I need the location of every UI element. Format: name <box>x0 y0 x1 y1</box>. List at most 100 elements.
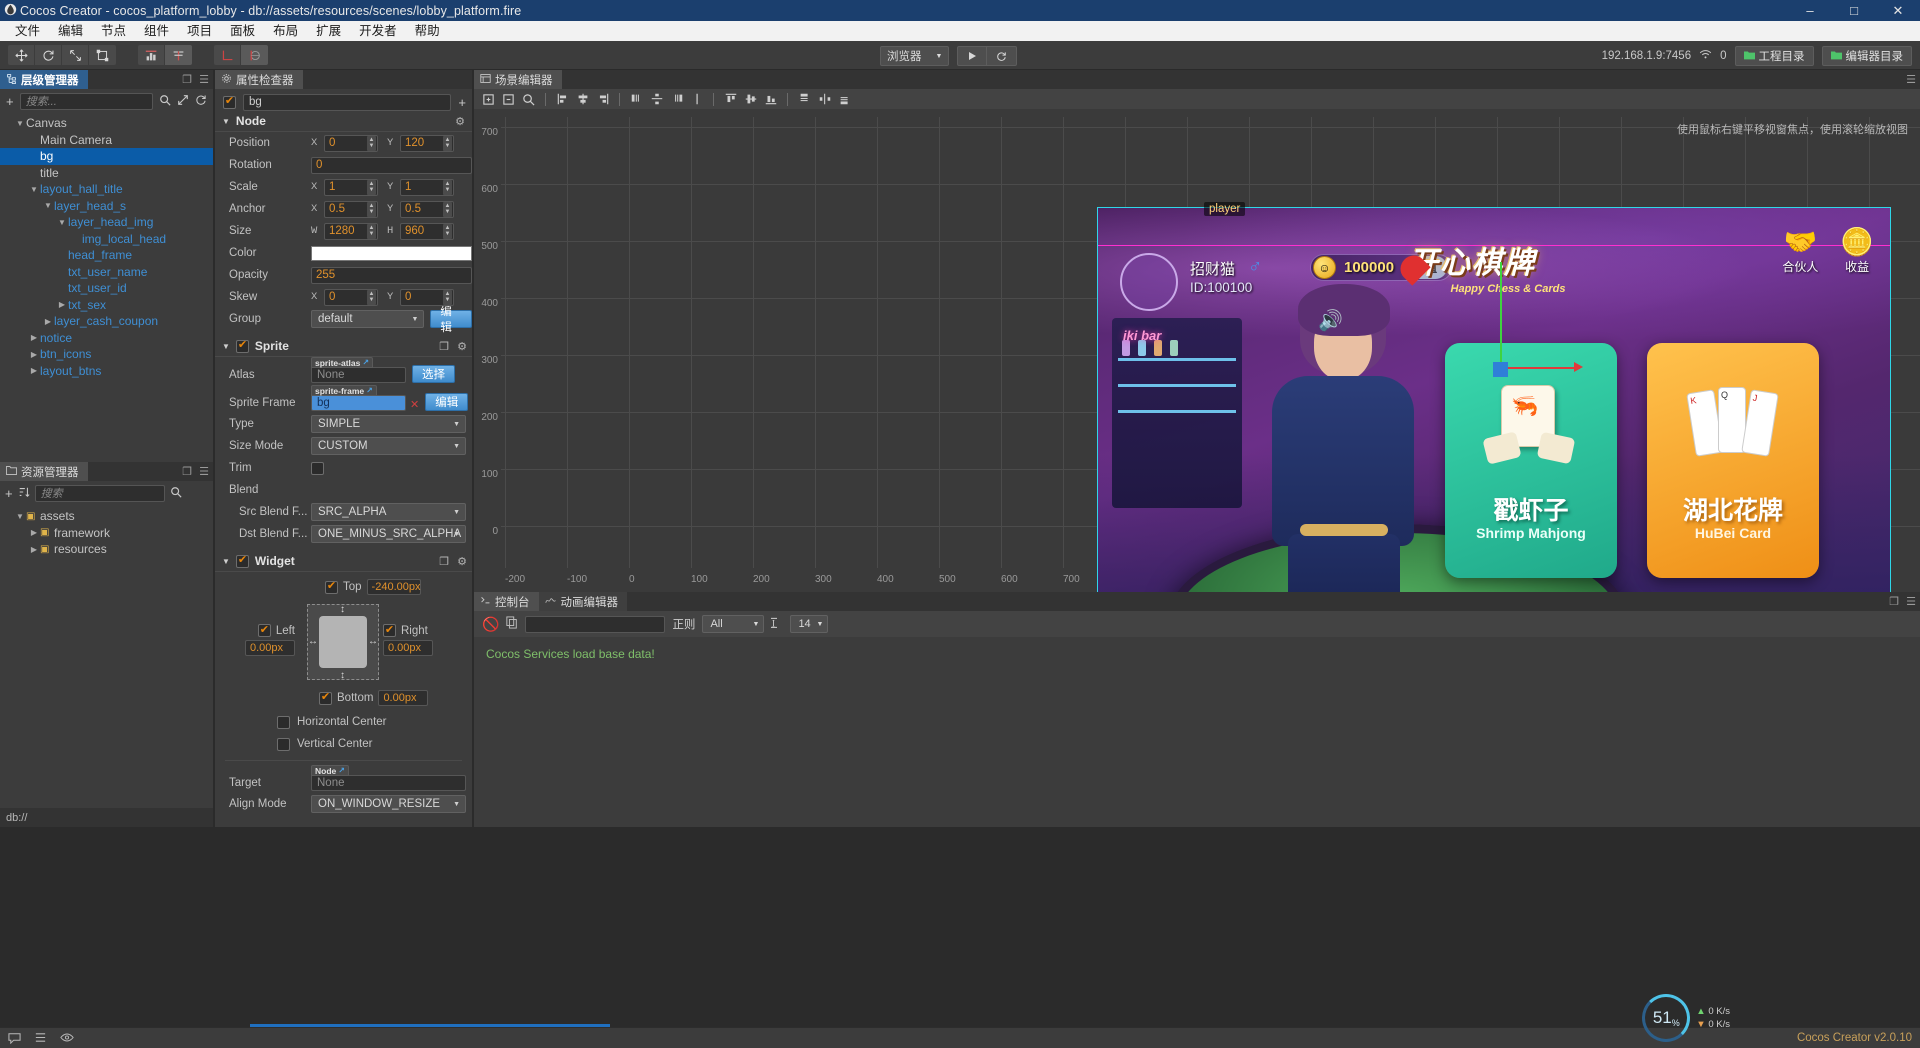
earnings-button[interactable]: 🪙 收益 <box>1840 226 1874 275</box>
tab-hierarchy[interactable]: 层级管理器 <box>0 70 88 89</box>
global-coord-icon[interactable] <box>241 45 268 65</box>
local-coord-icon[interactable] <box>214 45 241 65</box>
widget-right-checkbox[interactable] <box>383 624 396 637</box>
chevron-down-icon[interactable]: ▼ <box>42 201 54 210</box>
preview-target-select[interactable]: 浏览器 ▼ <box>880 46 950 66</box>
game-card-shrimp-mahjong[interactable]: 🦐 戳虾子 Shrimp Mahjong <box>1445 343 1617 578</box>
menu-icon[interactable]: ☰ <box>199 465 209 478</box>
hierarchy-node-layer-head-img[interactable]: ▼ layer_head_img <box>0 214 213 231</box>
menu-icon[interactable]: ☰ <box>1906 73 1916 86</box>
menu-developer[interactable]: 开发者 <box>350 21 406 41</box>
tab-inspector[interactable]: 属性检查器 <box>215 70 303 89</box>
hierarchy-node-layer-cash-coupon[interactable]: ▶ layer_cash_coupon <box>0 313 213 330</box>
project-dir-button[interactable]: 工程目录 <box>1734 46 1814 66</box>
menu-project[interactable]: 项目 <box>178 21 221 41</box>
position-y-input[interactable]: 120 ▲ ▼ <box>400 134 454 152</box>
node-name-input[interactable]: bg <box>243 93 452 111</box>
dist-bottom-icon[interactable] <box>836 91 853 108</box>
game-card-hubei[interactable]: K Q J 湖北花牌 HuBei Card <box>1647 343 1819 578</box>
play-button[interactable] <box>957 46 988 66</box>
align-right-icon[interactable] <box>594 91 611 108</box>
expand-icon[interactable] <box>177 94 189 108</box>
hierarchy-node-txt-user-id[interactable]: txt_user_id <box>0 280 213 297</box>
speaker-icon[interactable]: 🔊 <box>1318 308 1343 333</box>
spinner-icon[interactable]: ▲ ▼ <box>443 223 452 239</box>
widget-top-checkbox[interactable] <box>325 580 338 594</box>
group-select[interactable]: default ▼ <box>311 310 425 328</box>
hierarchy-node-txt-sex[interactable]: ▶ txt_sex <box>0 297 213 314</box>
gear-icon[interactable]: ⚙ <box>457 555 467 568</box>
close-button[interactable]: ✕ <box>1876 0 1920 21</box>
hierarchy-node-img-local-head[interactable]: img_local_head <box>0 231 213 248</box>
chevron-down-icon[interactable]: ▼ <box>28 185 40 194</box>
menu-icon[interactable]: ☰ <box>199 73 209 86</box>
zoom-search-icon[interactable] <box>520 91 537 108</box>
vertical-center-checkbox[interactable] <box>277 737 290 751</box>
hierarchy-node-head-frame[interactable]: head_frame <box>0 247 213 264</box>
zoom-reset-icon[interactable] <box>500 91 517 108</box>
size-mode-select[interactable]: CUSTOM ▼ <box>311 437 466 455</box>
align-hcenter-icon[interactable] <box>574 91 591 108</box>
game-canvas[interactable]: iki bar 招财猫 ID:100100 ♂ ☺ 100000 开心棋牌 Ha… <box>1098 208 1890 654</box>
align-node-icon[interactable] <box>138 45 165 65</box>
search-icon[interactable] <box>159 94 171 108</box>
align-vline-icon[interactable] <box>688 91 705 108</box>
menu-layout[interactable]: 布局 <box>264 21 307 41</box>
chevron-right-icon[interactable]: ▶ <box>56 300 68 309</box>
chevron-right-icon[interactable]: ▶ <box>28 350 40 359</box>
scale-icon[interactable] <box>62 45 89 65</box>
popout-icon[interactable]: ❐ <box>182 73 192 86</box>
scene-viewport[interactable]: 700 600 500 400 300 200 100 0 -200 -100 0 100 200 30… <box>474 109 1920 655</box>
console-filter-input[interactable] <box>525 615 666 633</box>
align-vcenter-icon[interactable] <box>742 91 759 108</box>
regex-label[interactable]: 正则 <box>672 616 695 632</box>
dist-right-icon[interactable] <box>668 91 685 108</box>
menu-edit[interactable]: 编辑 <box>49 21 92 41</box>
spinner-icon[interactable]: ▲ ▼ <box>367 179 376 195</box>
external-link-icon[interactable]: ↗ <box>366 386 373 395</box>
widget-left-checkbox[interactable] <box>257 624 271 637</box>
widget-enabled-checkbox[interactable] <box>235 554 249 568</box>
asset-node-resources[interactable]: ▶ ▣ resources <box>0 541 213 558</box>
src-blend-select[interactable]: SRC_ALPHA ▼ <box>311 503 466 521</box>
chevron-right-icon[interactable]: ▶ <box>42 317 54 326</box>
hierarchy-node-bg[interactable]: bg <box>0 148 213 165</box>
spinner-icon[interactable]: ▲ ▼ <box>367 223 376 239</box>
atlas-select-button[interactable]: 选择 <box>412 365 455 383</box>
align-bottom-icon[interactable] <box>762 91 779 108</box>
group-edit-button[interactable]: 编辑 <box>430 306 472 334</box>
menu-help[interactable]: 帮助 <box>406 21 449 41</box>
hierarchy-node-txt-user-name[interactable]: txt_user_name <box>0 264 213 281</box>
partner-button[interactable]: 🤝 合伙人 <box>1782 226 1818 275</box>
console-font-size-select[interactable]: 14 ▼ <box>790 615 829 633</box>
tab-assets[interactable]: 资源管理器 <box>0 462 88 481</box>
skew-y-input[interactable]: 0 ▲ ▼ <box>400 288 454 306</box>
position-x-input[interactable]: 0 ▲ ▼ <box>324 134 378 152</box>
tab-scene-editor[interactable]: 场景编辑器 <box>474 70 562 89</box>
add-node-button[interactable]: + <box>6 95 14 108</box>
move-icon[interactable] <box>8 45 35 65</box>
refresh-icon[interactable] <box>195 94 207 108</box>
chevron-down-icon[interactable]: ▼ <box>14 119 26 128</box>
gear-icon[interactable]: ⚙ <box>455 115 465 128</box>
editor-dir-button[interactable]: 编辑器目录 <box>1821 46 1912 66</box>
node-enabled-checkbox[interactable] <box>223 95 236 109</box>
clear-icon[interactable]: 🚫 <box>482 616 499 633</box>
menu-component[interactable]: 组件 <box>135 21 178 41</box>
hierarchy-node-canvas[interactable]: ▼ Canvas <box>0 115 213 132</box>
horizontal-center-checkbox[interactable] <box>277 715 290 729</box>
message-icon[interactable] <box>8 1031 21 1047</box>
maximize-button[interactable]: □ <box>1832 0 1876 21</box>
rotate-icon[interactable] <box>35 45 62 65</box>
anchor-y-input[interactable]: 0.5 ▲ ▼ <box>400 200 454 218</box>
spriteframe-clear-icon[interactable]: ✕ <box>410 398 419 411</box>
size-w-input[interactable]: 1280 ▲ ▼ <box>324 222 378 240</box>
hierarchy-node-layout-hall-title[interactable]: ▼ layout_hall_title <box>0 181 213 198</box>
reload-button[interactable] <box>987 46 1018 66</box>
spinner-icon[interactable]: ▲ ▼ <box>443 201 452 217</box>
skew-x-input[interactable]: 0 ▲ ▼ <box>324 288 378 306</box>
chevron-right-icon[interactable]: ▶ <box>28 333 40 342</box>
hierarchy-node-title[interactable]: title <box>0 165 213 182</box>
hierarchy-node-btn-icons[interactable]: ▶ btn_icons <box>0 346 213 363</box>
chevron-right-icon[interactable]: ▶ <box>28 366 40 375</box>
